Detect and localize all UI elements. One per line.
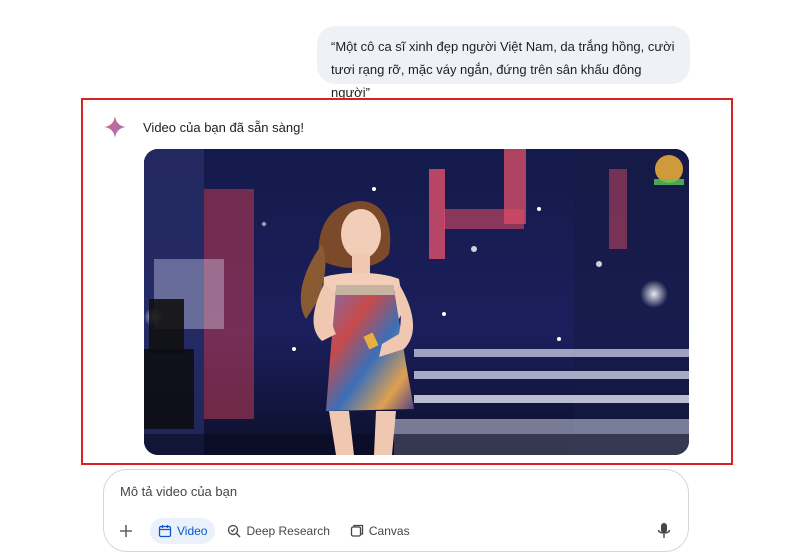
calendar-icon [158,525,172,538]
canvas-tool-chip[interactable]: Canvas [342,518,418,544]
video-tool-chip[interactable]: Video [150,518,216,544]
gemini-sparkle-icon [104,116,126,138]
prompt-input[interactable] [120,484,600,499]
video-thumbnail [144,149,689,455]
deep-research-tool-label: Deep Research [246,524,330,538]
plus-icon [120,525,132,537]
response-message: Video của bạn đã sẵn sàng! [143,120,304,135]
user-message-bubble: “Một cô ca sĩ xinh đẹp người Việt Nam, d… [317,26,690,100]
prompt-composer: Video Deep Research Canvas [103,469,689,552]
composer-toolbar: Video Deep Research Canvas [116,518,422,544]
add-attachment-button[interactable] [116,521,136,541]
microphone-icon[interactable] [654,521,674,541]
user-prompt-text: “Một cô ca sĩ xinh đẹp người Việt Nam, d… [331,39,675,100]
deep-research-tool-chip[interactable]: Deep Research [219,518,337,544]
canvas-tool-label: Canvas [368,524,410,538]
generated-video-player[interactable] [144,149,689,455]
canvas-icon [350,524,364,537]
deep-research-icon [228,524,241,538]
video-tool-label: Video [177,524,208,538]
